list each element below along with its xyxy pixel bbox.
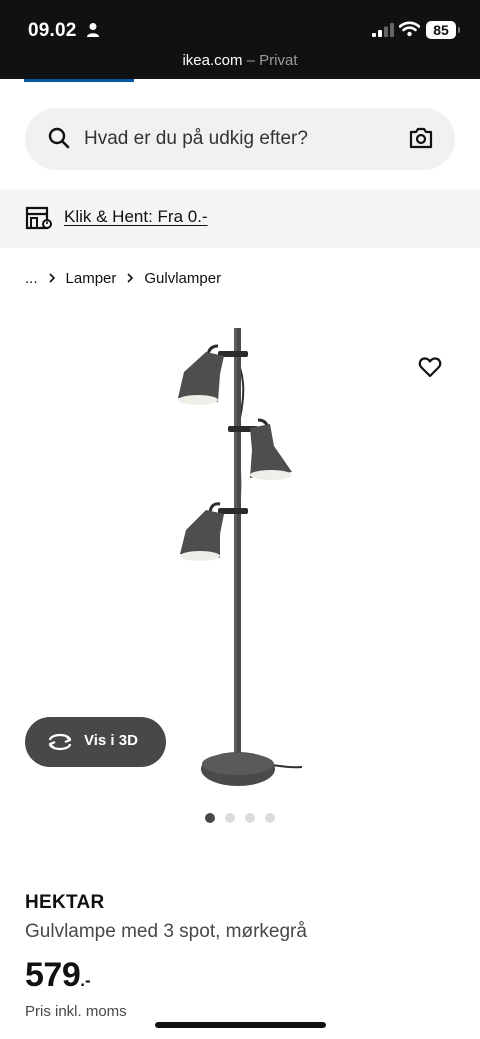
vat-note: Pris inkl. moms	[25, 1003, 127, 1020]
status-bar: 09.02 85 ikea.com – Privat	[0, 0, 480, 79]
store-pickup-icon	[25, 206, 52, 230]
breadcrumb-ellipsis[interactable]: ...	[25, 270, 38, 287]
browser-url[interactable]: ikea.com – Privat	[0, 52, 480, 69]
product-description: Gulvlampe med 3 spot, mørkegrå	[25, 921, 307, 942]
search-placeholder: Hvad er du på udkig efter?	[84, 128, 308, 149]
rotate-3d-icon	[48, 733, 72, 751]
chevron-right-icon	[127, 273, 134, 283]
person-icon	[87, 23, 99, 37]
click-and-collect-banner[interactable]: Klik & Hent: Fra 0.-	[0, 189, 480, 248]
view-in-3d-button[interactable]: Vis i 3D	[25, 717, 166, 767]
breadcrumb-lamper[interactable]: Lamper	[66, 270, 117, 287]
price-value: 579	[25, 956, 81, 994]
battery-tip	[458, 27, 460, 33]
page-tab-indicator	[24, 79, 134, 82]
url-domain: ikea.com	[182, 52, 243, 69]
chevron-right-icon	[48, 273, 55, 283]
url-private-mode: – Privat	[246, 52, 298, 69]
cellular-signal-icon	[372, 23, 394, 37]
breadcrumb: ... Lamper Gulvlamper	[25, 268, 231, 288]
gallery-pagination	[205, 813, 275, 823]
camera-icon[interactable]	[409, 127, 433, 149]
status-time: 09.02	[28, 20, 77, 41]
price-suffix: .-	[80, 971, 91, 990]
heart-icon[interactable]	[418, 356, 442, 378]
wifi-icon	[399, 21, 420, 37]
home-indicator[interactable]	[155, 1022, 326, 1028]
search-icon	[48, 127, 70, 149]
breadcrumb-gulvlamper[interactable]: Gulvlamper	[144, 270, 221, 287]
search-input[interactable]: Hvad er du på udkig efter?	[25, 108, 455, 170]
view-in-3d-label: Vis i 3D	[84, 732, 138, 749]
product-image[interactable]	[140, 318, 340, 798]
product-price: 579.-	[25, 956, 91, 995]
click-and-collect-link[interactable]: Klik & Hent: Fra 0.-	[64, 207, 208, 227]
gallery-dot-4[interactable]	[265, 813, 275, 823]
battery-indicator: 85	[426, 21, 456, 39]
gallery-dot-3[interactable]	[245, 813, 255, 823]
gallery-dot-1[interactable]	[205, 813, 215, 823]
gallery-dot-2[interactable]	[225, 813, 235, 823]
product-name: HEKTAR	[25, 892, 105, 913]
